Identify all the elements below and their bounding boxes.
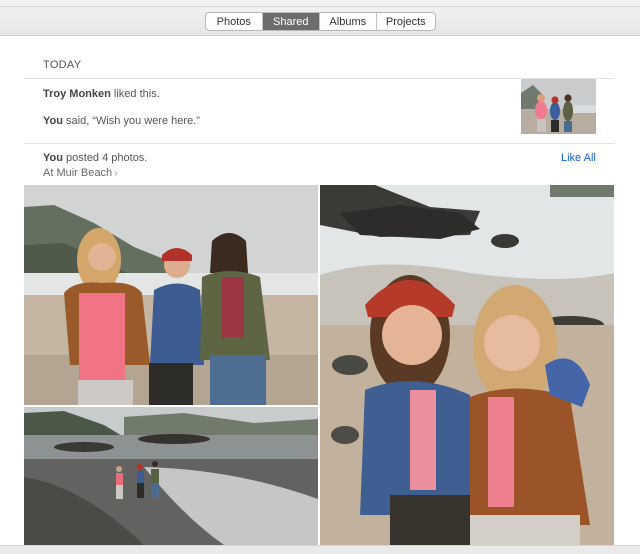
comment-activity: You said, “Wish you were here.” [43,115,200,127]
section-title: TODAY [43,59,82,71]
thumbnail-image [521,79,596,134]
shared-photo-1[interactable] [24,185,318,405]
liker-name[interactable]: Troy Monken [43,88,111,100]
shared-photo-2[interactable] [320,185,614,545]
chevron-right-icon: › [114,168,118,179]
poster-name: You [43,152,63,164]
post-summary: You posted 4 photos. [43,152,147,164]
commenter-name: You [43,115,63,127]
view-segmented-control: Photos Shared Albums Projects [205,12,436,31]
top-toolbar: Photos Shared Albums Projects [0,0,640,36]
photo-image [320,185,614,545]
bottom-toolbar [0,545,640,554]
shared-photo-3[interactable] [24,407,318,545]
toolbar-divider [0,6,640,7]
location-link[interactable]: At Muir Beach › [43,167,117,179]
like-activity: Troy Monken liked this. [43,88,160,100]
divider [24,143,614,144]
like-all-button[interactable]: Like All [561,152,596,164]
tab-photos[interactable]: Photos [206,13,263,30]
posted-text: posted 4 photos. [62,152,148,164]
photo-image [24,407,318,545]
photo-image [24,185,318,405]
comment-text: said, “Wish you were here.” [62,115,200,127]
tab-albums[interactable]: Albums [320,13,377,30]
tab-shared[interactable]: Shared [262,13,321,30]
activity-thumbnail[interactable] [521,79,596,134]
liked-text: liked this. [110,88,160,100]
location-label: At Muir Beach [43,167,113,179]
tab-projects[interactable]: Projects [377,13,435,30]
